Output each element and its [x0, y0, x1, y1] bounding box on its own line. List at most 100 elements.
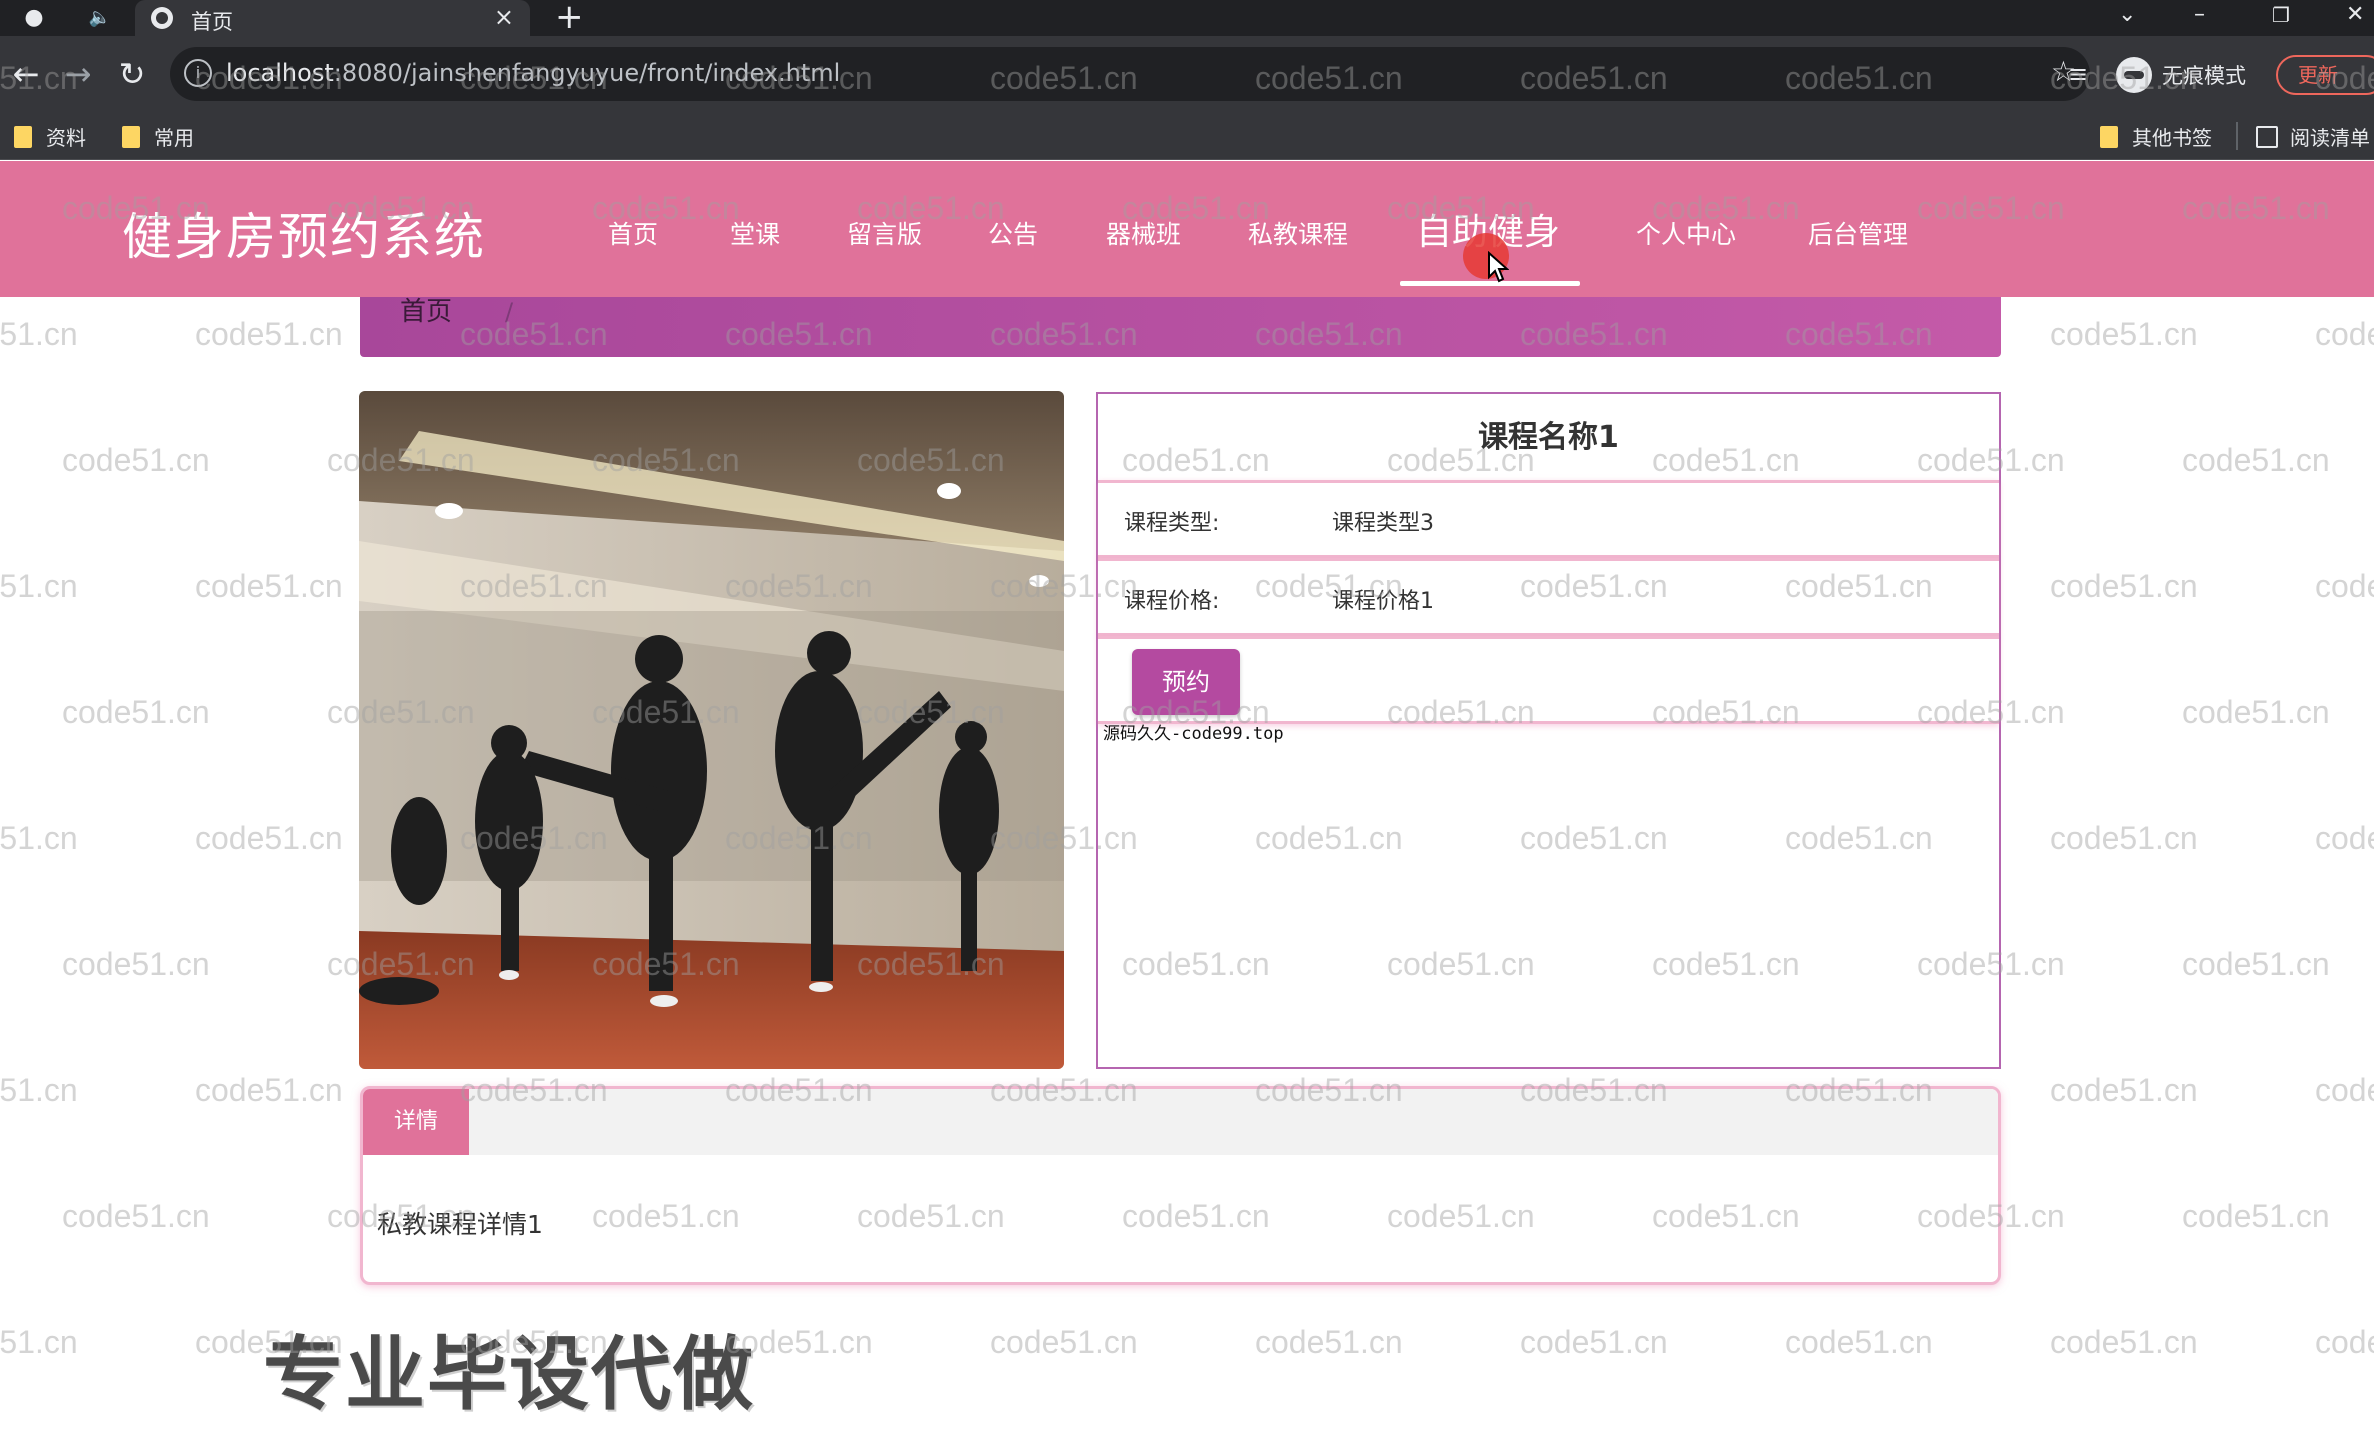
watermark-text: code51.cn	[2315, 820, 2374, 856]
watermark-text: code51.cn	[195, 820, 343, 856]
course-price-value: 课程价格1	[1332, 589, 1434, 614]
watermark-text: code51.cn	[195, 1072, 343, 1108]
watermark-text: code51.cn	[2050, 568, 2198, 604]
browser-tab[interactable]: 首页 ×	[135, 0, 530, 36]
watermark-text: code51.cn	[2050, 820, 2198, 856]
watermark-text: code51.cn	[1520, 1324, 1668, 1360]
reading-list-label: 阅读清单	[2290, 126, 2370, 150]
site-info-icon[interactable]: i	[184, 59, 212, 87]
site-header: 健身房预约系统 首页 堂课 留言版 公告 器械班 私教课程 自助健身 个人中心 …	[0, 161, 2374, 297]
watermark-text: code51.cn	[0, 1324, 78, 1360]
update-button[interactable]: 更新	[2276, 55, 2374, 95]
reading-list[interactable]: 阅读清单	[2256, 122, 2370, 151]
site-title: 健身房预约系统	[122, 208, 486, 266]
forward-icon[interactable]: →	[58, 54, 98, 94]
window-close-icon[interactable]: ✕	[2346, 0, 2364, 30]
watermark-text: code51.cn	[62, 442, 210, 478]
watermark-text: code51.cn	[2315, 1324, 2374, 1360]
bookmark-folder-2[interactable]: 常用	[122, 122, 194, 151]
bookmark-label: 资料	[46, 126, 86, 150]
tab-title: 首页	[191, 10, 233, 34]
watermark-text: code51.cn	[62, 1198, 210, 1234]
detail-text: 私教课程详情1	[377, 1210, 543, 1239]
watermark-text: code51.cn	[2182, 946, 2330, 982]
nav-announcements[interactable]: 公告	[988, 215, 1038, 251]
watermark-text: code51.cn	[2182, 694, 2330, 730]
watermark-text: code51.cn	[2315, 316, 2374, 352]
watermark-text: code51.cn	[2315, 1072, 2374, 1108]
watermark-text: code51.cn	[62, 694, 210, 730]
close-tab-icon[interactable]: ×	[494, 3, 514, 31]
book-button[interactable]: 预约	[1132, 649, 1240, 715]
nav-personal-center[interactable]: 个人中心	[1636, 215, 1736, 251]
watermark-text: code51.cn	[0, 1072, 78, 1108]
other-bookmarks[interactable]: 其他书签	[2100, 122, 2212, 151]
reload-icon[interactable]: ↻	[112, 54, 152, 94]
incognito-label: 无痕模式	[2162, 64, 2246, 88]
back-icon[interactable]: ←	[6, 54, 46, 94]
watermark-text: code51.cn	[2050, 316, 2198, 352]
watermark-text: code51.cn	[195, 316, 343, 352]
browser-menu-icon[interactable]: ●	[16, 4, 52, 32]
breadcrumb-separator: /	[505, 298, 514, 326]
nav-private-courses[interactable]: 私教课程	[1248, 215, 1348, 251]
url-field[interactable]: i localhost:8080/jainshenfangyuyue/front…	[170, 47, 2090, 101]
watermark-text: code51.cn	[2315, 568, 2374, 604]
browser-tab-bar: ● 🔈 首页 × + ⌄ – ❐ ✕	[0, 0, 2374, 36]
bookmarks-divider	[2236, 122, 2238, 150]
globe-icon	[151, 7, 173, 29]
nav-admin[interactable]: 后台管理	[1808, 215, 1908, 251]
source-note: 源码久久-code99.top	[1103, 724, 1284, 744]
update-label: 更新	[2298, 63, 2338, 87]
folder-icon	[14, 125, 32, 148]
course-type-row: 课程类型: 课程类型3	[1098, 480, 1999, 558]
other-bookmarks-label: 其他书签	[2132, 126, 2212, 150]
minimize-icon[interactable]: –	[2194, 0, 2205, 30]
watermark-text: code51.cn	[2182, 442, 2330, 478]
course-price-row: 课程价格: 课程价格1	[1098, 558, 1999, 636]
overlay-ad-text: 专业毕设代做	[263, 1328, 755, 1421]
tab-detail[interactable]: 详情	[363, 1089, 469, 1155]
watermark-text: code51.cn	[2050, 1324, 2198, 1360]
watermark-text: code51.cn	[990, 1324, 1138, 1360]
nav-equipment[interactable]: 器械班	[1106, 215, 1181, 251]
breadcrumb: 首页 /	[360, 297, 2001, 357]
bookmarks-bar: 资料 常用 其他书签 阅读清单	[0, 114, 2374, 160]
breadcrumb-home[interactable]: 首页	[400, 297, 452, 327]
detail-panel: 详情 私教课程详情1	[360, 1086, 2001, 1285]
mouse-cursor-icon	[1488, 251, 1509, 283]
incognito-indicator[interactable]: 无痕模式	[2116, 56, 2246, 94]
reading-mode-icon[interactable]: ≡	[2068, 60, 2088, 88]
screen: ● 🔈 首页 × + ⌄ – ❐ ✕ ← → ↻ i localhost:808…	[0, 0, 2374, 1440]
folder-icon	[2100, 125, 2118, 148]
nav-home[interactable]: 首页	[608, 215, 658, 251]
watermark-text: code51.cn	[1255, 1324, 1403, 1360]
watermark-text: code51.cn	[0, 820, 78, 856]
mute-icon[interactable]: 🔈	[82, 4, 118, 32]
course-type-label: 课程类型:	[1124, 511, 1220, 536]
watermark-text: code51.cn	[195, 568, 343, 604]
browser-address-bar: ← → ↻ i localhost:8080/jainshenfangyuyue…	[0, 36, 2374, 114]
restore-icon[interactable]: ❐	[2272, 0, 2290, 30]
course-type-value: 课程类型3	[1332, 511, 1434, 536]
course-name: 课程名称1	[1478, 420, 1619, 455]
tab-search-icon[interactable]: ⌄	[2118, 0, 2136, 30]
watermark-text: code51.cn	[0, 316, 78, 352]
watermark-text: code51.cn	[2050, 1072, 2198, 1108]
incognito-icon	[2116, 57, 2152, 93]
bookmark-folder-1[interactable]: 资料	[14, 122, 86, 151]
breadcrumb-current	[588, 297, 728, 319]
course-info-panel: 课程名称1 课程类型: 课程类型3 课程价格: 课程价格1 预约 源码久久-co…	[1096, 392, 2001, 1069]
course-photo	[359, 391, 1064, 1069]
watermark-text: code51.cn	[62, 946, 210, 982]
url-path: :8080/jainshenfangyuyue/front/index.html	[333, 59, 841, 87]
course-price-label: 课程价格:	[1124, 589, 1220, 614]
booking-row: 预约	[1098, 636, 1999, 724]
new-tab-button[interactable]: +	[555, 0, 584, 34]
watermark-text: code51.cn	[2182, 1198, 2330, 1234]
detail-tab-bar: 详情	[363, 1089, 1998, 1155]
nav-classes[interactable]: 堂课	[730, 215, 780, 251]
watermark-text: code51.cn	[0, 568, 78, 604]
bookmark-label: 常用	[154, 126, 194, 150]
nav-guestbook[interactable]: 留言版	[847, 215, 922, 251]
